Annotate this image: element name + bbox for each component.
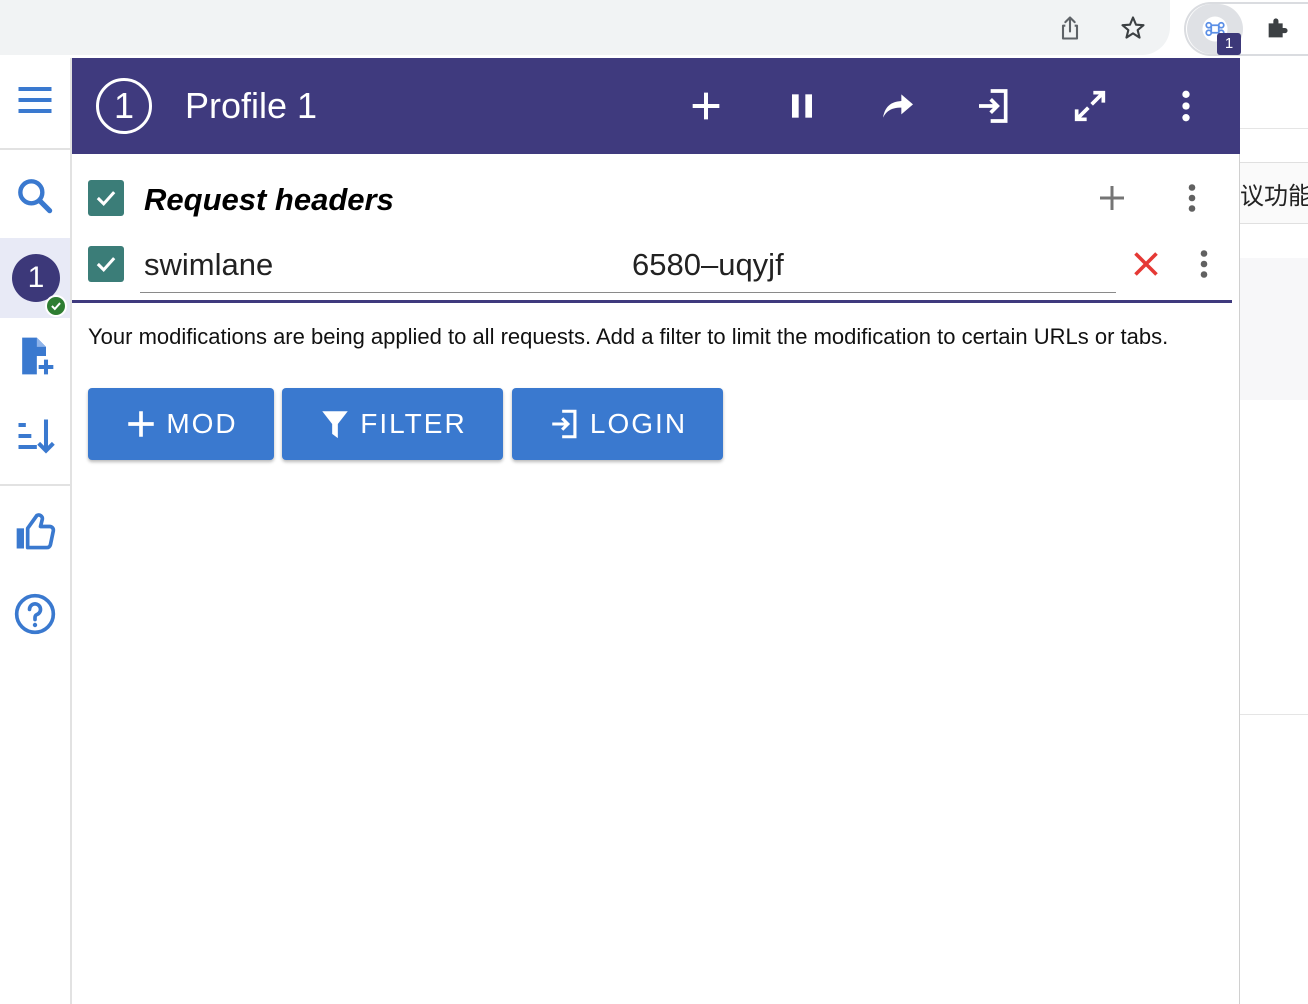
login-button[interactable]: LOGIN [512,388,723,460]
puzzle-extensions-icon[interactable] [1258,8,1298,48]
request-headers-checkbox[interactable] [88,180,124,216]
row-more-vert-icon[interactable] [1180,240,1228,288]
request-headers-title: Request headers [144,182,394,217]
delete-header-icon[interactable] [1122,240,1170,288]
add-filter-button[interactable]: FILTER [282,388,503,460]
info-message: Your modifications are being applied to … [88,324,1169,349]
add-header-icon[interactable] [1088,174,1136,222]
add-mod-button[interactable]: MOD [88,388,274,460]
star-icon[interactable] [1113,8,1153,48]
help-icon[interactable] [0,574,70,654]
extension-badge: 1 [1217,33,1241,55]
add-mod-label: MOD [166,408,238,439]
sort-icon[interactable] [0,396,70,476]
filter-icon [322,411,349,439]
thumbs-up-icon[interactable] [0,492,70,572]
login-icon[interactable] [970,82,1018,130]
more-vert-icon[interactable] [1162,82,1210,130]
address-bar[interactable] [0,0,1170,55]
section-more-vert-icon[interactable] [1168,174,1216,222]
background-text: 议功能 [1240,182,1308,210]
profile-title[interactable]: Profile 1 [185,86,317,126]
share-arrow-icon[interactable] [874,82,922,130]
background-divider-lower [1240,714,1308,715]
search-icon[interactable] [0,156,70,236]
section-divider [72,300,1232,303]
pause-icon[interactable] [778,82,826,130]
header-value-field[interactable]: 6580–uqyjf [632,245,784,285]
sidebar-separator [0,484,70,486]
share-icon[interactable] [1050,8,1090,48]
sidebar: 1 [0,58,72,1004]
background-divider [1240,128,1308,129]
header-name-field[interactable]: swimlane [144,245,273,285]
profile-active-check-icon [45,295,67,317]
header-row-underline [140,292,1116,293]
plus-icon [128,411,155,437]
menu-icon[interactable] [0,60,70,140]
profile-number-badge[interactable]: 1 [96,78,152,134]
header-row-checkbox[interactable] [88,246,124,282]
add-icon[interactable] [682,82,730,130]
add-filter-label: FILTER [360,408,467,439]
profile-header: 1 Profile 1 [72,58,1240,154]
expand-icon[interactable] [1066,82,1114,130]
login-button-icon [552,409,577,439]
modheader-popup: 1 1 Profile 1 Request headers swimlane 6… [0,58,1240,1004]
add-file-icon[interactable] [0,316,70,396]
background-block [1240,258,1308,400]
login-label: LOGIN [589,408,688,439]
sidebar-separator [0,148,70,150]
